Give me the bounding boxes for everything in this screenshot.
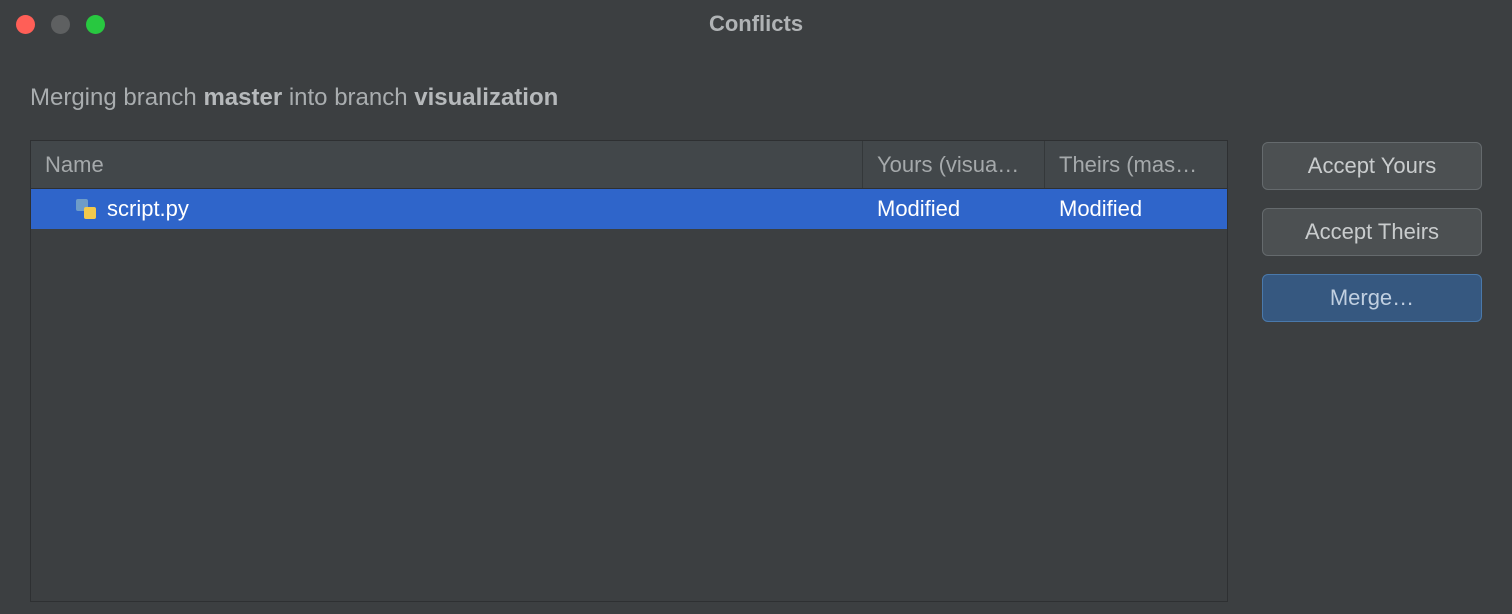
window-controls <box>16 15 105 34</box>
content: Merging branch master into branch visual… <box>0 48 1512 602</box>
cell-theirs: Modified <box>1045 196 1227 222</box>
minimize-icon[interactable] <box>51 15 70 34</box>
th-name[interactable]: Name <box>31 141 863 188</box>
th-theirs[interactable]: Theirs (mas… <box>1045 141 1227 188</box>
table-header: Name Yours (visua… Theirs (mas… <box>31 141 1227 189</box>
heading-text: into branch <box>282 84 414 111</box>
body-row: Name Yours (visua… Theirs (mas… script.p… <box>30 140 1482 602</box>
filename: script.py <box>107 196 189 222</box>
accept-theirs-button[interactable]: Accept Theirs <box>1262 208 1482 256</box>
heading-branch-into: visualization <box>414 84 558 111</box>
heading-text: Merging branch <box>30 84 203 111</box>
window-title: Conflicts <box>0 11 1512 37</box>
python-file-icon <box>75 198 97 220</box>
accept-yours-button[interactable]: Accept Yours <box>1262 142 1482 190</box>
heading-branch-from: master <box>203 84 282 111</box>
merge-heading: Merging branch master into branch visual… <box>30 84 1482 112</box>
buttons-column: Accept Yours Accept Theirs Merge… <box>1262 140 1482 602</box>
conflicts-table: Name Yours (visua… Theirs (mas… script.p… <box>30 140 1228 602</box>
th-yours[interactable]: Yours (visua… <box>863 141 1045 188</box>
close-icon[interactable] <box>16 15 35 34</box>
table-row[interactable]: script.py Modified Modified <box>31 189 1227 229</box>
cell-yours: Modified <box>863 196 1045 222</box>
zoom-icon[interactable] <box>86 15 105 34</box>
cell-name: script.py <box>31 196 863 222</box>
merge-button[interactable]: Merge… <box>1262 274 1482 322</box>
titlebar: Conflicts <box>0 0 1512 48</box>
